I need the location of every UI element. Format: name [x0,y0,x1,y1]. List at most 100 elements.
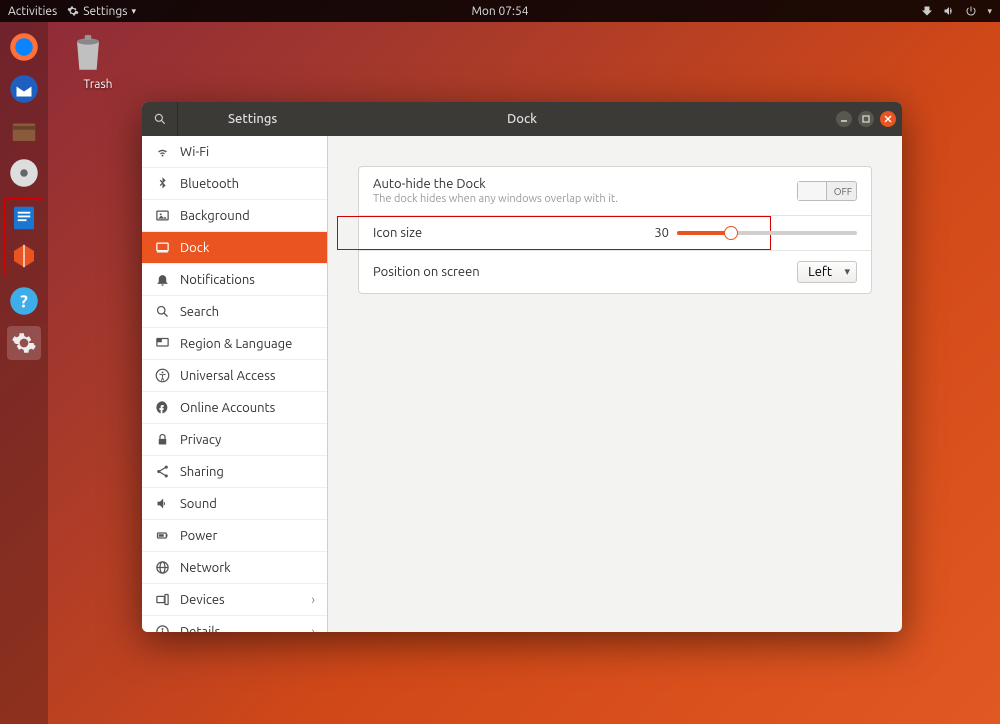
sidebar-item-label: Sound [180,497,217,511]
slider-thumb[interactable] [724,226,738,240]
autohide-toggle-label: OFF [834,186,852,197]
app-menu-label: Settings [83,5,127,18]
sidebar-item-label: Wi-Fi [180,145,209,159]
dock-settings-panel: Auto-hide the Dock The dock hides when a… [358,166,872,294]
settings-content: Auto-hide the Dock The dock hides when a… [328,136,902,632]
dock-files-icon[interactable] [7,114,41,148]
sharing-icon [154,464,170,479]
sidebar-item-label: Details [180,625,220,633]
sidebar-item-sound[interactable]: Sound [142,488,327,520]
sidebar-item-dock[interactable]: Dock [142,232,327,264]
sidebar-item-label: Dock [180,241,209,255]
sidebar-item-power[interactable]: Power [142,520,327,552]
sidebar-item-devices[interactable]: Devices › [142,584,327,616]
sidebar-item-label: Background [180,209,250,223]
sidebar-item-bluetooth[interactable]: Bluetooth [142,168,327,200]
bluetooth-icon [154,176,170,191]
position-row: Position on screen Left [359,251,871,293]
system-menu-chevron-icon[interactable]: ▾ [987,6,992,17]
network-status-icon[interactable] [921,5,933,17]
dock-help-icon[interactable]: ? [7,284,41,318]
sidebar-item-label: Sharing [180,465,224,479]
sidebar-item-sharing[interactable]: Sharing [142,456,327,488]
clock[interactable]: Mon 07:54 [471,5,528,18]
iconsize-value: 30 [654,226,669,240]
activities-button[interactable]: Activities [8,5,57,18]
network-icon [154,560,170,575]
sidebar-item-label: Region & Language [180,337,292,351]
svg-text:?: ? [20,292,28,311]
sidebar-item-notifications[interactable]: Notifications [142,264,327,296]
sidebar-item-label: Search [180,305,219,319]
dock-rhythmbox-icon[interactable] [7,156,41,190]
settings-sidebar: Wi-Fi Bluetooth Background Dock Notification… [142,136,328,632]
dock-thunderbird-icon[interactable] [7,72,41,106]
window-titlebar[interactable]: Settings Dock [142,102,902,136]
window-title-left: Settings [178,112,277,126]
sidebar-item-background[interactable]: Background [142,200,327,232]
autohide-row: Auto-hide the Dock The dock hides when a… [359,167,871,216]
power-status-icon[interactable] [965,5,977,17]
bell-icon [154,272,170,287]
window-close-button[interactable] [880,111,896,127]
sidebar-item-label: Bluetooth [180,177,239,191]
sidebar-item-region-language[interactable]: Region & Language [142,328,327,360]
sidebar-search-button[interactable] [142,102,178,136]
iconsize-label: Icon size [373,226,422,240]
search-icon [153,112,167,126]
background-icon [154,208,170,223]
sidebar-item-online-accounts[interactable]: Online Accounts [142,392,327,424]
chevron-right-icon: › [311,625,315,633]
slider-fill [677,231,731,235]
iconsize-row: Icon size 30 [359,216,871,251]
online-icon [154,400,170,415]
sidebar-item-details[interactable]: Details › [142,616,327,632]
sidebar-item-network[interactable]: Network [142,552,327,584]
dock-selection-outline [4,198,44,276]
settings-window: Settings Dock Wi-Fi Bluetooth Background Do… [142,102,902,632]
dock-software-icon[interactable] [7,239,41,273]
iconsize-slider[interactable] [677,231,857,235]
dock-icon [154,240,170,255]
autohide-title: Auto-hide the Dock [373,177,618,191]
wifi-icon [154,144,170,159]
privacy-icon [154,432,170,447]
dock-firefox-icon[interactable] [7,30,41,64]
sidebar-item-label: Devices [180,593,225,607]
region-icon [154,336,170,351]
devices-icon [154,592,170,607]
app-menu-button[interactable]: Settings ▾ [67,5,136,18]
position-dropdown-value: Left [808,265,832,279]
sidebar-item-label: Power [180,529,217,543]
dock-settings-icon[interactable] [7,326,41,360]
settings-gear-icon [67,5,79,17]
window-minimize-button[interactable] [836,111,852,127]
autohide-toggle[interactable]: OFF [797,181,857,201]
details-icon [154,624,170,632]
position-label: Position on screen [373,265,480,279]
power-icon [154,528,170,543]
dock-writer-icon[interactable] [7,201,41,235]
search-icon [154,304,170,319]
desktop-trash-icon[interactable]: Trash [68,32,128,91]
sidebar-item-label: Notifications [180,273,255,287]
desktop-trash-label: Trash [68,78,128,91]
sidebar-item-privacy[interactable]: Privacy [142,424,327,456]
sidebar-item-label: Network [180,561,231,575]
chevron-right-icon: › [311,593,315,607]
dock-launcher: ? [0,22,48,724]
sound-icon [154,496,170,511]
position-dropdown[interactable]: Left [797,261,857,283]
window-maximize-button[interactable] [858,111,874,127]
sidebar-item-universal-access[interactable]: Universal Access [142,360,327,392]
volume-status-icon[interactable] [943,5,955,17]
top-bar: Activities Settings ▾ Mon 07:54 ▾ [0,0,1000,22]
sidebar-item-label: Online Accounts [180,401,275,415]
sidebar-item-label: Privacy [180,433,221,447]
accessibility-icon [154,368,170,383]
sidebar-item-search[interactable]: Search [142,296,327,328]
autohide-subtitle: The dock hides when any windows overlap … [373,193,618,205]
window-title-center: Dock [507,112,537,126]
chevron-down-icon: ▾ [131,6,136,17]
sidebar-item-wi-fi[interactable]: Wi-Fi [142,136,327,168]
